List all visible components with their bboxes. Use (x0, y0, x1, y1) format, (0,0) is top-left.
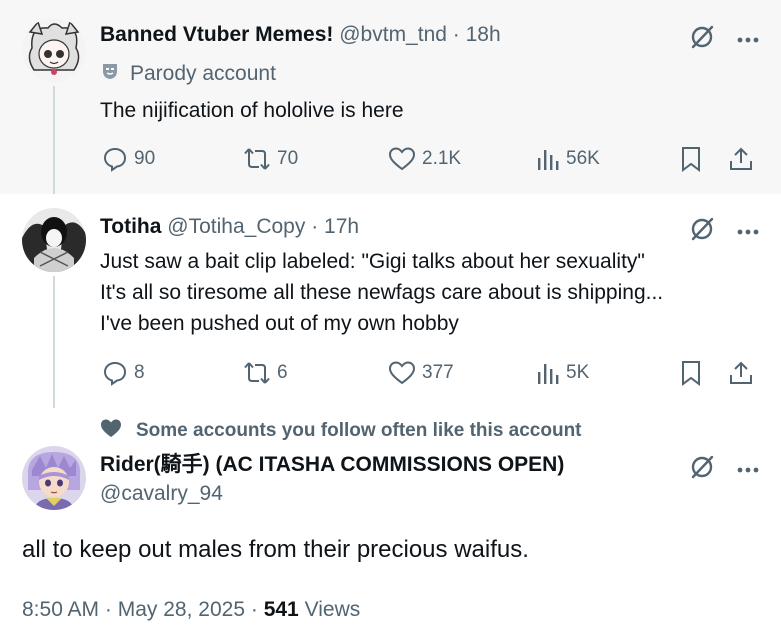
tweet-meta: 8:50 AM · May 28, 2025 · 541 Views (22, 598, 360, 622)
heart-icon (100, 418, 122, 444)
main-avatar[interactable] (22, 446, 86, 510)
reply-count: 8 (134, 362, 145, 383)
tweet-header: Banned Vtuber Memes! @bvtm_tnd · 18h (100, 22, 501, 48)
retweet-button[interactable]: 6 (243, 360, 288, 386)
retweet-button[interactable]: 70 (243, 146, 298, 172)
grok-icon[interactable] (689, 216, 715, 247)
parody-text: Parody account (130, 62, 276, 85)
like-count: 377 (422, 362, 454, 383)
avatar[interactable] (22, 208, 86, 272)
social-context: Some accounts you follow often like this… (100, 418, 582, 444)
thread-line (53, 86, 55, 194)
display-name[interactable]: Banned Vtuber Memes! (100, 23, 333, 46)
like-icon (388, 361, 416, 385)
display-name[interactable]: Rider(騎手) (AC ITASHA COMMISSIONS OPEN) (100, 452, 564, 478)
share-button[interactable] (728, 146, 754, 172)
tweet-text: The nijification of hololive is here (100, 99, 404, 122)
tweet-time[interactable]: 8:50 AM (22, 598, 99, 621)
display-name[interactable]: Totiha (100, 215, 161, 238)
retweet-count: 6 (277, 362, 288, 383)
views-icon (538, 150, 559, 170)
views-count: 541 (263, 598, 299, 621)
share-button[interactable] (728, 360, 754, 386)
tweet-1[interactable]: Banned Vtuber Memes! @bvtm_tnd · 18h Par… (0, 0, 781, 194)
parody-mask-icon (100, 61, 120, 87)
grok-icon[interactable] (689, 454, 715, 485)
views-label: Views (304, 598, 361, 621)
separator: · (250, 598, 258, 621)
grok-icon[interactable] (689, 24, 715, 55)
tweet-header: Totiha @Totiha_Copy · 17h (100, 214, 359, 240)
reply-icon (103, 147, 127, 172)
social-context-text: Some accounts you follow often like this… (136, 420, 582, 441)
views-button[interactable]: 5K (536, 360, 589, 386)
retweet-icon (244, 362, 270, 384)
tweet-text-line: It's all so tiresome all these newfags c… (100, 281, 664, 304)
like-button[interactable]: 377 (388, 360, 454, 386)
tweet-text-line: I've been pushed out of my own hobby (100, 312, 459, 335)
share-icon (730, 361, 752, 384)
reply-icon (103, 361, 127, 386)
views-button[interactable]: 56K (536, 146, 600, 172)
tweet-top-icons (689, 24, 759, 55)
separator: · (452, 23, 460, 46)
user-handle[interactable]: @cavalry_94 (100, 481, 564, 507)
more-icon[interactable] (737, 461, 759, 479)
user-handle[interactable]: @Totiha_Copy (167, 215, 305, 238)
separator: · (104, 598, 112, 621)
share-icon (730, 147, 752, 170)
user-handle[interactable]: @bvtm_tnd (339, 23, 447, 46)
reply-button[interactable]: 8 (102, 360, 145, 386)
tweet-top-icons (689, 216, 759, 247)
tweet-date[interactable]: May 28, 2025 (118, 598, 245, 621)
tweet-text-line: Just saw a bait clip labeled: "Gigi talk… (100, 250, 645, 273)
bookmark-button[interactable] (680, 146, 702, 172)
timestamp[interactable]: 18h (466, 23, 501, 46)
avatar-image (22, 446, 86, 510)
more-icon[interactable] (737, 223, 759, 241)
tweet-2[interactable]: Totiha @Totiha_Copy · 17h Just saw a bai… (0, 194, 781, 408)
bookmark-button[interactable] (680, 360, 702, 386)
tweet-actions: 90 70 2.1K 56K (100, 146, 760, 174)
avatar-image (22, 18, 86, 82)
avatar-image (22, 208, 86, 272)
retweet-icon (244, 148, 270, 170)
like-icon (388, 147, 416, 171)
more-icon[interactable] (737, 31, 759, 49)
views-icon (538, 364, 559, 384)
avatar[interactable] (22, 18, 86, 82)
bookmark-icon (682, 147, 700, 172)
reply-count: 90 (134, 148, 156, 169)
thread-line (53, 276, 55, 408)
main-tweet-header: Rider(騎手) (AC ITASHA COMMISSIONS OPEN) @… (100, 452, 564, 507)
reply-button[interactable]: 90 (102, 146, 155, 172)
parody-label: Parody account (100, 61, 276, 87)
views-count: 56K (566, 148, 600, 169)
like-button[interactable]: 2.1K (388, 146, 461, 172)
like-count: 2.1K (422, 148, 462, 169)
timestamp[interactable]: 17h (324, 215, 359, 238)
bookmark-icon (682, 361, 700, 386)
main-tweet-top-icons (689, 454, 759, 485)
views-count: 5K (566, 362, 590, 383)
tweet-actions: 8 6 377 5K (100, 360, 760, 388)
separator: · (311, 215, 319, 238)
main-tweet-text: all to keep out males from their preciou… (22, 536, 529, 563)
retweet-count: 70 (277, 148, 299, 169)
